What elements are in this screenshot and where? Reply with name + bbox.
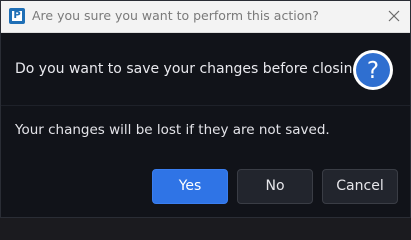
close-button[interactable] — [384, 6, 404, 26]
app-icon-letter: P — [12, 10, 22, 21]
app-icon: P — [9, 8, 25, 24]
divider — [1, 105, 410, 106]
window-title: Are you sure you want to perform this ac… — [32, 8, 319, 23]
confirm-dialog: P Are you sure you want to perform this … — [0, 0, 411, 218]
title-bar: P Are you sure you want to perform this … — [1, 1, 410, 33]
question-text: Do you want to save your changes before … — [15, 61, 369, 77]
question-icon: ? — [352, 49, 394, 91]
cancel-button[interactable]: Cancel — [322, 169, 398, 204]
yes-button[interactable]: Yes — [152, 169, 228, 204]
no-button[interactable]: No — [237, 169, 313, 204]
svg-text:?: ? — [367, 58, 379, 84]
info-text: Your changes will be lost if they are no… — [15, 122, 330, 138]
close-icon — [388, 10, 400, 22]
